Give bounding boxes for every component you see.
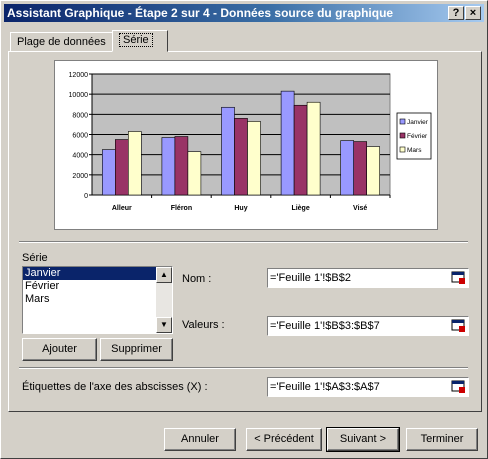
xaxis-labels-field[interactable]: ='Feuille 1'!$A$3:$A$7 bbox=[267, 377, 469, 397]
cancel-button[interactable]: Annuler bbox=[164, 428, 236, 451]
next-button[interactable]: Suivant > bbox=[326, 427, 400, 452]
bar bbox=[340, 140, 355, 196]
collapse-dialog-values-icon[interactable] bbox=[451, 318, 467, 334]
values-field-value: ='Feuille 1'!$B$3:$B$7 bbox=[270, 320, 380, 332]
bar bbox=[247, 121, 261, 196]
remove-series-button-label: Supprimer bbox=[111, 343, 162, 355]
bar bbox=[114, 139, 129, 196]
y-tick-label: 2000 bbox=[72, 173, 88, 180]
x-tick-label: Huy bbox=[234, 205, 247, 212]
bar bbox=[234, 118, 248, 196]
x-tick-label: Alleur bbox=[112, 205, 132, 212]
legend-swatch bbox=[399, 118, 406, 125]
y-tick-label: 10000 bbox=[69, 92, 89, 99]
remove-series-button[interactable]: Supprimer bbox=[100, 338, 173, 361]
bar bbox=[293, 104, 308, 196]
chart-preview: 12000 10000 8000 6000 4000 2000 0 Alleur Fléron H… bbox=[54, 60, 438, 230]
bar bbox=[187, 151, 202, 196]
bar bbox=[366, 146, 381, 196]
y-tick-label: 8000 bbox=[72, 112, 88, 119]
legend-label: Janvier bbox=[407, 119, 429, 126]
y-tick-label: 6000 bbox=[72, 133, 88, 140]
values-field[interactable]: ='Feuille 1'!$B$3:$B$7 bbox=[267, 316, 469, 336]
xaxis-labels-label: Étiquettes de l'axe des abscisses (X) : bbox=[22, 381, 208, 393]
bar bbox=[306, 101, 321, 196]
legend-swatch bbox=[399, 132, 406, 139]
x-tick-label: Fléron bbox=[171, 205, 192, 212]
xaxis-labels-field-value: ='Feuille 1'!$A$3:$A$7 bbox=[270, 381, 380, 393]
series-section-label: Série bbox=[22, 252, 48, 264]
separator-bottom bbox=[19, 367, 468, 369]
tab-data-range[interactable]: Plage de données bbox=[10, 32, 113, 52]
series-list-item[interactable]: Mars bbox=[23, 293, 156, 306]
tab-series[interactable]: Série bbox=[112, 30, 168, 52]
y-tick-label: 12000 bbox=[69, 72, 89, 79]
bar bbox=[128, 131, 142, 196]
values-label: Valeurs : bbox=[182, 319, 225, 331]
finish-button-label: Terminer bbox=[420, 433, 464, 445]
y-tick-label: 4000 bbox=[72, 153, 88, 160]
bar bbox=[161, 137, 176, 196]
add-series-button[interactable]: Ajouter bbox=[22, 338, 97, 361]
tab-series-label: Série bbox=[119, 33, 153, 47]
y-tick-label: 0 bbox=[84, 193, 88, 200]
previous-button-label: < Précédent bbox=[254, 433, 314, 445]
close-button[interactable]: × bbox=[465, 6, 481, 20]
bar bbox=[280, 90, 295, 196]
x-tick-label: Visé bbox=[353, 205, 367, 212]
name-label: Nom : bbox=[182, 273, 212, 285]
name-field[interactable]: ='Feuille 1'!$B$2 bbox=[267, 268, 469, 288]
previous-button[interactable]: < Précédent bbox=[246, 428, 322, 451]
dialog-title: Assistant Graphique - Étape 2 sur 4 - Do… bbox=[7, 6, 394, 20]
series-list-item[interactable]: Février bbox=[23, 280, 156, 293]
title-bar: Assistant Graphique - Étape 2 sur 4 - Do… bbox=[4, 4, 484, 22]
legend-label: Février bbox=[407, 133, 428, 140]
finish-button[interactable]: Terminer bbox=[406, 428, 478, 451]
scroll-down-arrow-icon[interactable]: ▼ bbox=[156, 317, 172, 333]
add-series-button-label: Ajouter bbox=[42, 343, 77, 355]
name-field-value: ='Feuille 1'!$B$2 bbox=[270, 272, 351, 284]
series-list-scrollbar[interactable]: ▲ ▼ bbox=[156, 267, 172, 333]
bar bbox=[221, 106, 235, 196]
tab-data-range-label: Plage de données bbox=[17, 36, 106, 48]
collapse-dialog-name-icon[interactable] bbox=[451, 270, 467, 286]
collapse-dialog-xaxis-icon[interactable] bbox=[451, 379, 467, 395]
next-button-label: Suivant > bbox=[339, 433, 387, 445]
help-button[interactable]: ? bbox=[448, 6, 464, 20]
chart-svg: 12000 10000 8000 6000 4000 2000 0 Alleur Fléron H… bbox=[69, 72, 432, 212]
series-list[interactable]: Janvier Février Mars ▲ ▼ bbox=[22, 266, 173, 334]
bar bbox=[353, 141, 368, 196]
chart-wizard-dialog: Assistant Graphique - Étape 2 sur 4 - Do… bbox=[0, 0, 488, 459]
legend-swatch bbox=[399, 146, 406, 153]
legend-label: Mars bbox=[407, 147, 422, 154]
scroll-up-arrow-icon[interactable]: ▲ bbox=[156, 267, 172, 283]
separator-top bbox=[19, 241, 468, 243]
x-tick-label: Liège bbox=[291, 205, 309, 212]
bar bbox=[174, 136, 189, 196]
cancel-button-label: Annuler bbox=[181, 433, 219, 445]
bar bbox=[101, 149, 116, 196]
series-list-item[interactable]: Janvier bbox=[23, 267, 156, 280]
